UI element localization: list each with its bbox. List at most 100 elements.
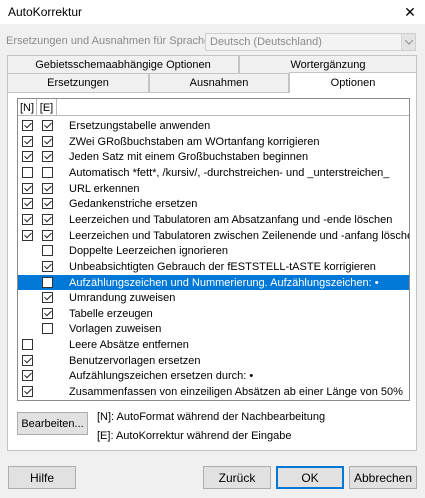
- checkbox-e[interactable]: [42, 213, 53, 225]
- list-item-label: Zusammenfassen von einzeiligen Absätzen …: [69, 386, 403, 399]
- tab-locale-options[interactable]: Gebietsschemaabhängige Optionen: [7, 55, 239, 73]
- list-item[interactable]: Gedankenstriche ersetzen: [18, 196, 409, 212]
- list-header: [N] [E]: [18, 99, 409, 116]
- list-item-label: Umrandung zuweisen: [69, 292, 176, 305]
- close-button[interactable]: ✕: [395, 0, 425, 24]
- checkbox-n[interactable]: [22, 166, 33, 178]
- checkbox-e[interactable]: [42, 166, 53, 178]
- list-item-label: Vorlagen zuweisen: [69, 323, 162, 336]
- list-item[interactable]: Jeden Satz mit einem Großbuchstaben begi…: [18, 149, 409, 165]
- checkbox-n[interactable]: [22, 339, 33, 351]
- list-item[interactable]: Automatisch *fett*, /kursiv/, -durchstre…: [18, 165, 409, 181]
- checkbox-e[interactable]: [42, 229, 53, 241]
- checkbox-n[interactable]: [22, 354, 33, 366]
- column-header-n[interactable]: [N]: [18, 99, 37, 116]
- tab-label: Gebietsschemaabhängige Optionen: [35, 58, 211, 71]
- close-icon: ✕: [404, 3, 416, 20]
- checkbox-n[interactable]: [22, 120, 33, 131]
- list-item[interactable]: Leere Absätze entfernen: [18, 337, 409, 353]
- title-bar: AutoKorrektur ✕: [0, 0, 425, 24]
- checkbox-e[interactable]: [42, 323, 53, 335]
- list-item[interactable]: Tabelle erzeugen: [18, 306, 409, 322]
- checkbox-e[interactable]: [42, 135, 53, 147]
- list-item-label: Ersetzungstabelle anwenden: [69, 120, 211, 132]
- tab-replacements[interactable]: Ersetzungen: [7, 73, 149, 92]
- column-header-label: [N]: [19, 101, 35, 114]
- list-item[interactable]: Leerzeichen und Tabulatoren zwischen Zei…: [18, 228, 409, 244]
- checkbox-e[interactable]: [42, 307, 53, 319]
- help-button[interactable]: Hilfe: [8, 466, 76, 489]
- back-button[interactable]: Zurück: [203, 466, 271, 489]
- list-item[interactable]: Zusammenfassen von einzeiligen Absätzen …: [18, 384, 409, 400]
- list-item-label: Automatisch *fett*, /kursiv/, -durchstre…: [69, 166, 390, 179]
- checkbox-n[interactable]: [22, 386, 33, 398]
- list-item[interactable]: Vorlagen zuweisen: [18, 321, 409, 337]
- checkbox-n[interactable]: [22, 229, 33, 241]
- language-row: Ersetzungen und Ausnahmen für Sprache: D…: [6, 33, 416, 51]
- chevron-down-icon: [401, 34, 415, 50]
- checkbox-n[interactable]: [22, 370, 33, 382]
- list-item-label: Tabelle erzeugen: [69, 307, 153, 320]
- language-label: Ersetzungen und Ausnahmen für Sprache:: [6, 35, 214, 47]
- legend-n: [N]: AutoFormat während der Nachbearbeit…: [97, 411, 326, 423]
- column-header-e[interactable]: [E]: [37, 99, 57, 116]
- checkbox-e[interactable]: [42, 198, 53, 210]
- list-item-label: Aufzählungszeichen und Nummerierung. Auf…: [69, 276, 379, 289]
- list-item-label: Leerzeichen und Tabulatoren am Absatzanf…: [69, 213, 393, 226]
- checkbox-e[interactable]: [42, 276, 53, 288]
- checkbox-e[interactable]: [42, 151, 53, 163]
- list-item-label: Leere Absätze entfernen: [69, 339, 189, 352]
- checkbox-n[interactable]: [22, 198, 33, 210]
- checkbox-n[interactable]: [22, 182, 33, 194]
- legend-e: [E]: AutoKorrektur während der Eingabe: [97, 430, 292, 442]
- cancel-button-label: Abbrechen: [353, 470, 413, 485]
- list-item[interactable]: Benutzervorlagen ersetzen: [18, 353, 409, 369]
- checkbox-n[interactable]: [22, 135, 33, 147]
- list-item-label: Unbeabsichtigten Gebrauch der fESTSTELL-…: [69, 260, 376, 273]
- tab-word-completion[interactable]: Wortergänzung: [239, 55, 417, 73]
- help-button-label: Hilfe: [29, 470, 54, 485]
- list-item[interactable]: Aufzählungszeichen und Nummerierung. Auf…: [18, 274, 409, 291]
- list-item[interactable]: Leerzeichen und Tabulatoren am Absatzanf…: [18, 212, 409, 228]
- list-item[interactable]: Ersetzungstabelle anwenden: [18, 118, 409, 134]
- ok-button[interactable]: OK: [276, 466, 344, 489]
- window-title: AutoKorrektur: [8, 5, 83, 19]
- list-item-label: Doppelte Leerzeichen ignorieren: [69, 245, 228, 258]
- edit-button-label: Bearbeiten...: [21, 417, 84, 430]
- checkbox-n[interactable]: [22, 213, 33, 225]
- tab-label: Ausnahmen: [189, 77, 249, 89]
- list-item[interactable]: Unbeabsichtigten Gebrauch der fESTSTELL-…: [18, 259, 409, 275]
- checkbox-e[interactable]: [42, 245, 53, 257]
- back-button-label: Zurück: [218, 470, 256, 485]
- list-item[interactable]: Umrandung zuweisen: [18, 290, 409, 306]
- checkbox-e[interactable]: [42, 292, 53, 304]
- list-item[interactable]: URL erkennen: [18, 181, 409, 197]
- checkbox-e[interactable]: [42, 182, 53, 194]
- list-item-label: Leerzeichen und Tabulatoren zwischen Zei…: [69, 229, 410, 242]
- tab-label: Ersetzungen: [47, 77, 109, 89]
- options-panel: [N] [E] Ersetzungstabelle anwenden ZWei G…: [7, 92, 417, 451]
- ok-button-label: OK: [301, 470, 319, 485]
- edit-button[interactable]: Bearbeiten...: [17, 412, 88, 435]
- list-item[interactable]: Doppelte Leerzeichen ignorieren: [18, 243, 409, 259]
- tab-exceptions[interactable]: Ausnahmen: [149, 73, 289, 92]
- list-item-label: Jeden Satz mit einem Großbuchstaben begi…: [69, 151, 309, 164]
- language-select[interactable]: Deutsch (Deutschland): [205, 33, 416, 51]
- tab-options[interactable]: Optionen: [289, 72, 417, 93]
- list-item-label: Aufzählungszeichen ersetzen durch: •: [69, 370, 254, 383]
- checkbox-e[interactable]: [42, 120, 53, 131]
- column-header-label: [E]: [39, 101, 54, 114]
- tab-label: Wortergänzung: [290, 58, 366, 71]
- options-list: [N] [E] Ersetzungstabelle anwenden ZWei G…: [17, 98, 410, 401]
- list-item[interactable]: Aufzählungszeichen ersetzen durch: •: [18, 368, 409, 384]
- cancel-button[interactable]: Abbrechen: [349, 466, 417, 489]
- tab-label: Optionen: [330, 77, 376, 89]
- checkbox-n[interactable]: [22, 151, 33, 163]
- list-item-label: URL erkennen: [69, 182, 140, 195]
- list-item-label: Gedankenstriche ersetzen: [69, 198, 198, 211]
- list-item-label: Benutzervorlagen ersetzen: [69, 354, 201, 367]
- language-value: Deutsch (Deutschland): [210, 36, 322, 48]
- checkbox-e[interactable]: [42, 260, 53, 272]
- list-item-label: ZWei GRoßbuchstaben am WOrtanfang korrig…: [69, 135, 320, 148]
- list-item[interactable]: ZWei GRoßbuchstaben am WOrtanfang korrig…: [18, 134, 409, 150]
